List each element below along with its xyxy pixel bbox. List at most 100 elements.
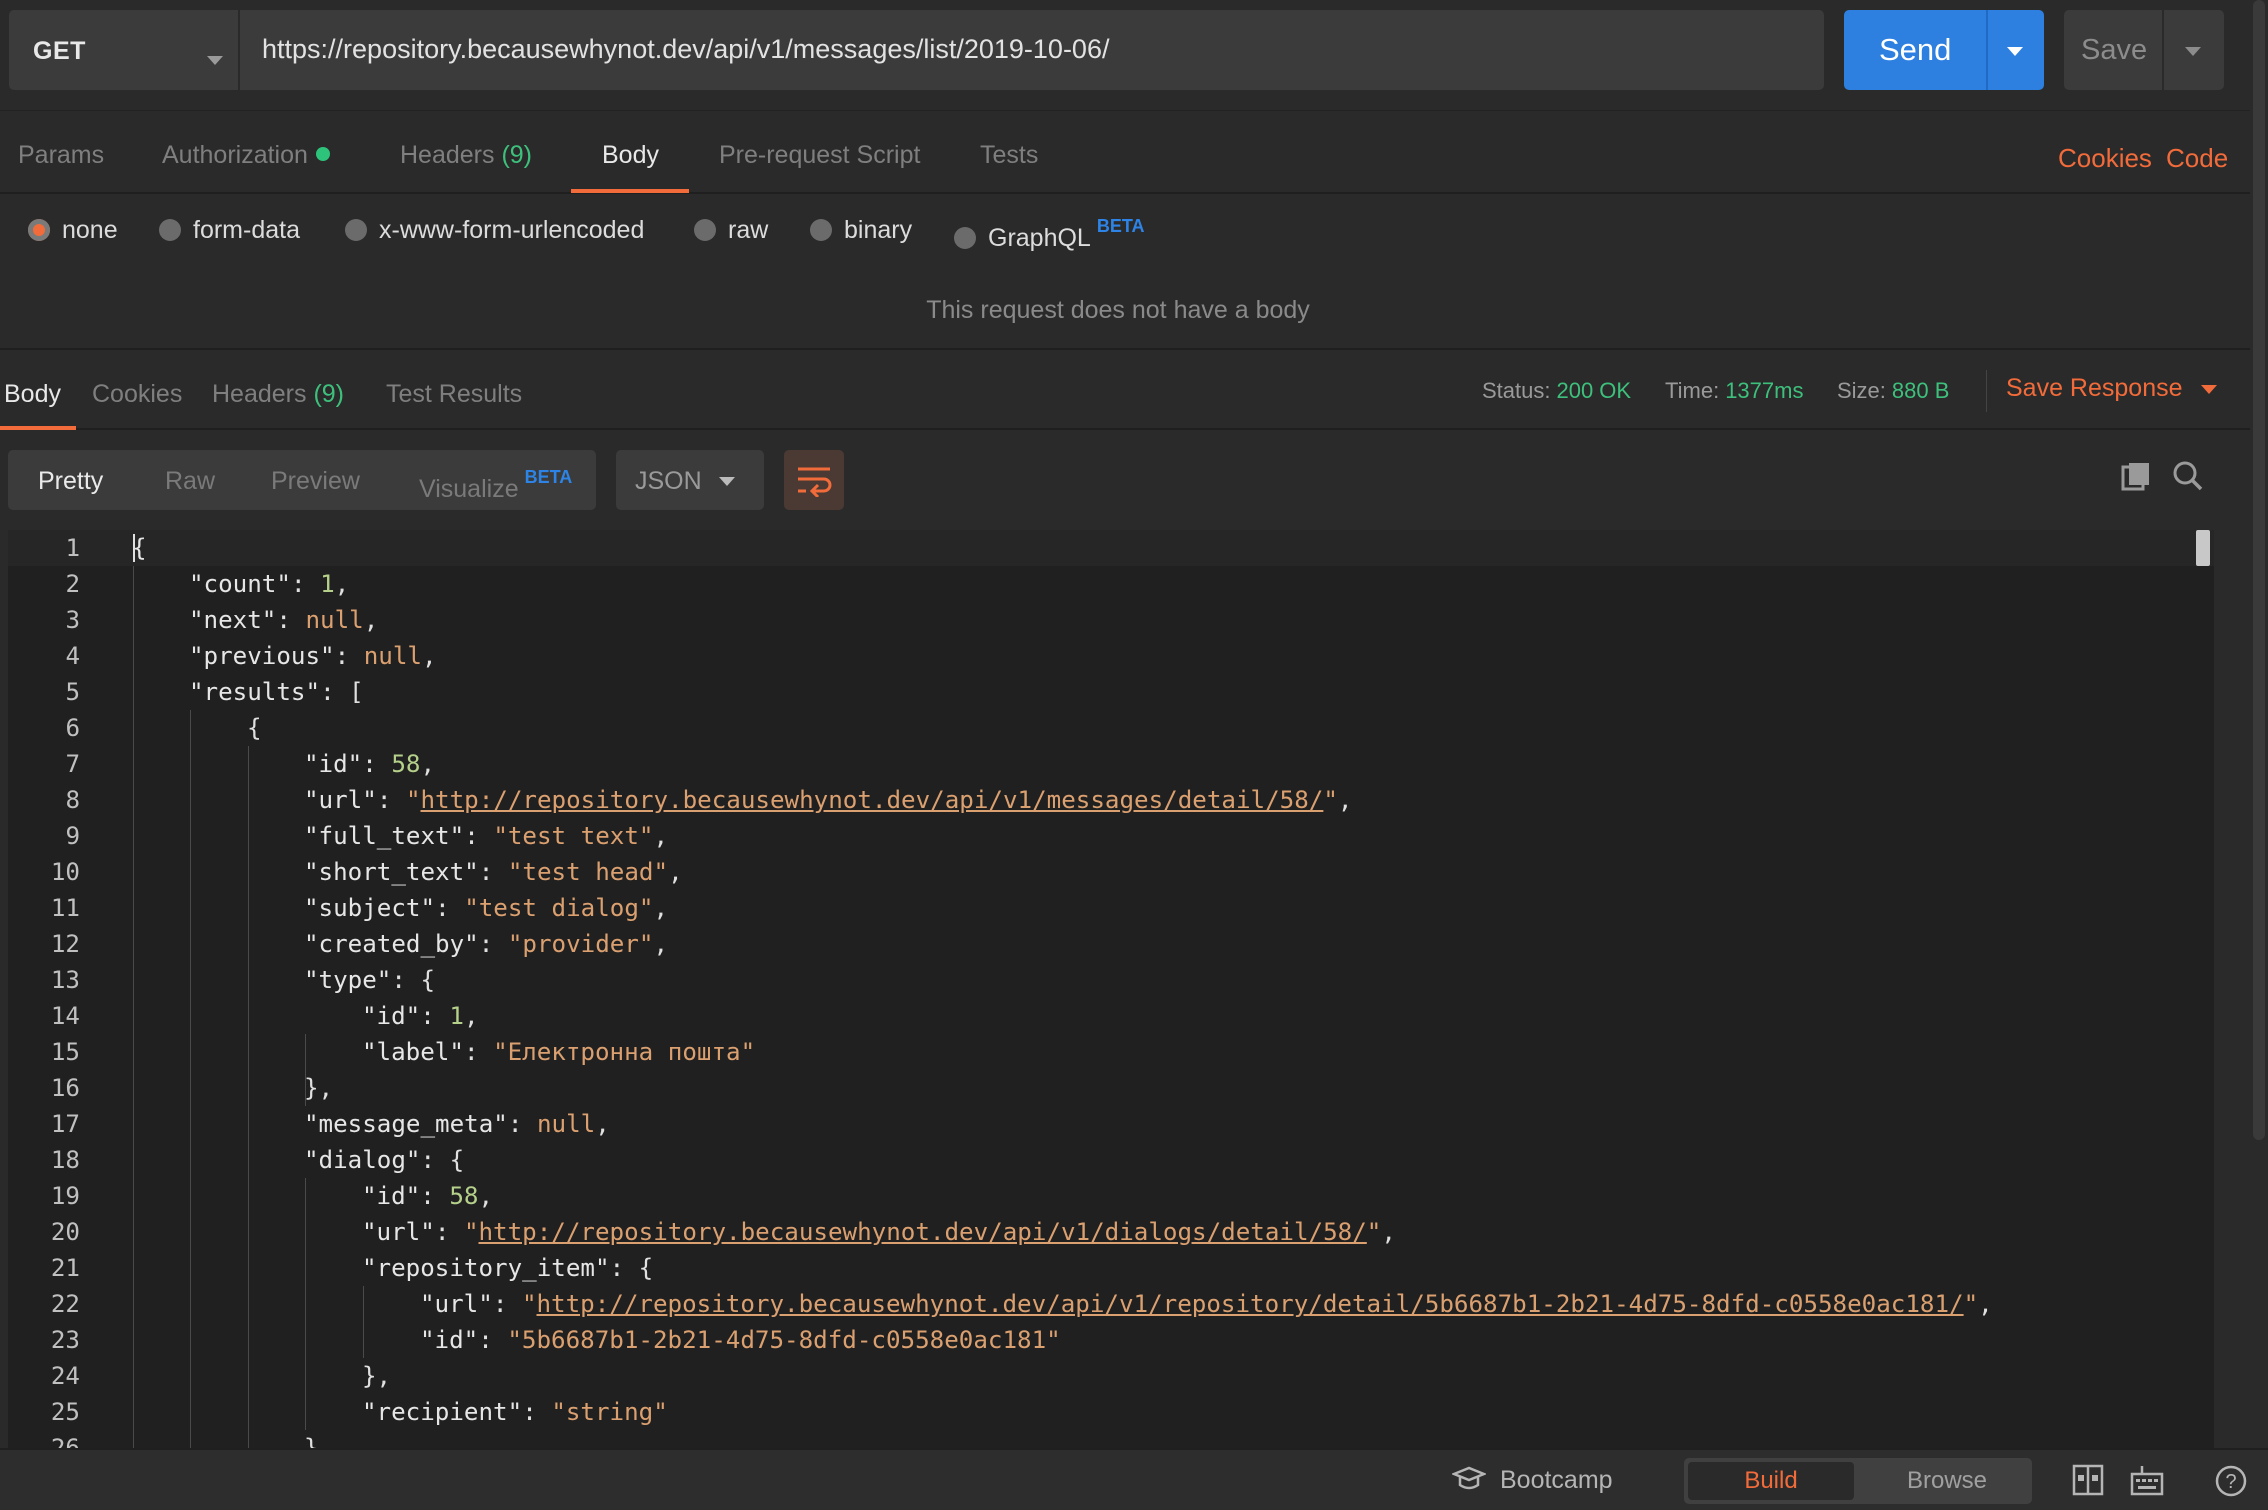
save-button[interactable]: Save <box>2064 10 2224 90</box>
line-number: 12 <box>50 930 80 958</box>
tab-headers[interactable]: Headers (9) <box>400 141 532 170</box>
beta-badge: BETA <box>524 467 573 487</box>
line-number: 13 <box>50 966 80 994</box>
editor-scrollbar-thumb[interactable] <box>2196 530 2210 566</box>
build-tab[interactable]: Build <box>1688 1462 1854 1500</box>
save-response-button[interactable]: Save Response <box>2006 374 2217 403</box>
copy-icon[interactable] <box>2120 460 2152 492</box>
code-line: 11 "subject": "test dialog", <box>8 890 2214 926</box>
line-number: 26 <box>50 1434 80 1448</box>
radio-graphql-label: GraphQL <box>988 224 1091 252</box>
view-preview[interactable]: Preview <box>271 467 360 496</box>
code-line: 9 "full_text": "test text", <box>8 818 2214 854</box>
code-text: "label": "Електронна пошта" <box>362 1038 756 1066</box>
code-link[interactable]: http://repository.becausewhynot.dev/api/… <box>479 1218 1367 1246</box>
empty-body-message: This request does not have a body <box>926 296 1310 324</box>
code-link[interactable]: http://repository.becausewhynot.dev/api/… <box>537 1290 1964 1318</box>
code-line: 23 "id": "5b6687b1-2b21-4d75-8dfd-c0558e0… <box>8 1322 2214 1358</box>
line-number: 1 <box>65 534 80 562</box>
window-scrollbar[interactable] <box>2253 0 2265 1140</box>
save-options-chevron-icon[interactable] <box>2185 47 2201 56</box>
line-number: 17 <box>50 1110 80 1138</box>
radio-raw[interactable]: raw <box>694 216 768 245</box>
browse-tab[interactable]: Browse <box>1866 1462 2028 1500</box>
format-select[interactable]: JSON <box>616 450 764 510</box>
tab-prerequest-script[interactable]: Pre-request Script <box>719 141 920 170</box>
view-visualize[interactable]: Visualize BETA <box>419 467 572 504</box>
tab-authorization[interactable]: Authorization <box>162 141 330 170</box>
method-select[interactable]: GET <box>9 10 238 90</box>
code-text: "count": 1, <box>189 570 350 598</box>
response-body-editor[interactable]: 1{ 2 "count": 1, 3 "next": null, 4 "previou… <box>8 530 2214 1448</box>
radio-binary[interactable]: binary <box>810 216 912 245</box>
format-label: JSON <box>635 467 702 495</box>
code-text: "id": 1, <box>362 1002 479 1030</box>
response-tab-body[interactable]: Body <box>4 380 61 409</box>
line-number: 14 <box>50 1002 80 1030</box>
headers-count: (9) <box>501 141 533 169</box>
radio-unchecked-icon <box>694 219 716 241</box>
response-tab-headers[interactable]: Headers (9) <box>212 380 344 409</box>
cookies-link[interactable]: Cookies <box>2058 143 2152 174</box>
size-value: 880 B <box>1891 378 1950 403</box>
active-response-tab-indicator <box>0 426 76 430</box>
line-number: 25 <box>50 1398 80 1426</box>
code-text: "created_by": "provider", <box>304 930 669 958</box>
radio-urlencoded[interactable]: x-www-form-urlencoded <box>345 216 644 245</box>
radio-form-data-label: form-data <box>193 216 300 244</box>
size-label: Size: <box>1837 378 1886 403</box>
line-number: 21 <box>50 1254 80 1282</box>
code-link[interactable]: Code <box>2166 143 2228 174</box>
line-number: 18 <box>50 1146 80 1174</box>
size-indicator[interactable]: Size: 880 B <box>1837 378 1949 404</box>
code-text: "previous": null, <box>189 642 437 670</box>
code-text: "url": "http://repository.becausewhynot.… <box>362 1218 1396 1246</box>
code-text: "id": 58, <box>304 750 436 778</box>
code-line: 3 "next": null, <box>8 602 2214 638</box>
beta-badge: BETA <box>1096 216 1145 236</box>
send-options-chevron-icon[interactable] <box>2007 47 2023 56</box>
view-visualize-label: Visualize <box>419 475 519 503</box>
send-label: Send <box>1879 32 1952 67</box>
status-indicator[interactable]: Status: 200 OK <box>1482 378 1631 404</box>
wrap-lines-button[interactable] <box>784 450 844 510</box>
line-number: 5 <box>65 678 80 706</box>
tab-params[interactable]: Params <box>18 141 104 170</box>
status-value: 200 OK <box>1556 378 1632 403</box>
tab-body[interactable]: Body <box>602 141 659 170</box>
line-number: 4 <box>65 642 80 670</box>
code-line: 13 "type": { <box>8 962 2214 998</box>
tab-tests[interactable]: Tests <box>980 141 1038 170</box>
code-line: 17 "message_meta": null, <box>8 1106 2214 1142</box>
keyboard-shortcuts-icon[interactable] <box>2130 1464 2164 1496</box>
url-value: https://repository.becausewhynot.dev/api… <box>262 34 1110 64</box>
code-line: 6{ <box>8 710 2214 746</box>
code-text: "id": 58, <box>362 1182 494 1210</box>
code-line: 2 "count": 1, <box>8 566 2214 602</box>
divider <box>1986 370 1987 412</box>
view-raw[interactable]: Raw <box>165 467 215 496</box>
response-tab-cookies[interactable]: Cookies <box>92 380 182 409</box>
radio-none[interactable]: none <box>28 216 118 245</box>
code-line: 10 "short_text": "test head", <box>8 854 2214 890</box>
line-number: 24 <box>50 1362 80 1390</box>
url-input[interactable]: https://repository.becausewhynot.dev/api… <box>240 10 1824 90</box>
code-line: 5 "results": [ <box>8 674 2214 710</box>
radio-graphql[interactable]: GraphQL BETA <box>954 216 1145 253</box>
code-line: 26} <box>8 1430 2214 1448</box>
code-line: 7 "id": 58, <box>8 746 2214 782</box>
help-icon[interactable]: ? <box>2214 1464 2248 1498</box>
send-button[interactable]: Send <box>1844 10 2044 90</box>
line-number: 22 <box>50 1290 80 1318</box>
code-line: 15 "label": "Електронна пошта" <box>8 1034 2214 1070</box>
response-tab-test-results[interactable]: Test Results <box>386 380 522 409</box>
view-pretty[interactable]: Pretty <box>38 467 103 496</box>
search-icon[interactable] <box>2172 460 2204 492</box>
code-line: 21 "repository_item": { <box>8 1250 2214 1286</box>
time-indicator[interactable]: Time: 1377ms <box>1665 378 1803 404</box>
line-number: 16 <box>50 1074 80 1102</box>
code-link[interactable]: http://repository.becausewhynot.dev/api/… <box>421 786 1324 814</box>
radio-form-data[interactable]: form-data <box>159 216 300 245</box>
bootcamp-button[interactable]: Bootcamp <box>1450 1466 1613 1495</box>
two-pane-view-icon[interactable] <box>2072 1464 2104 1496</box>
